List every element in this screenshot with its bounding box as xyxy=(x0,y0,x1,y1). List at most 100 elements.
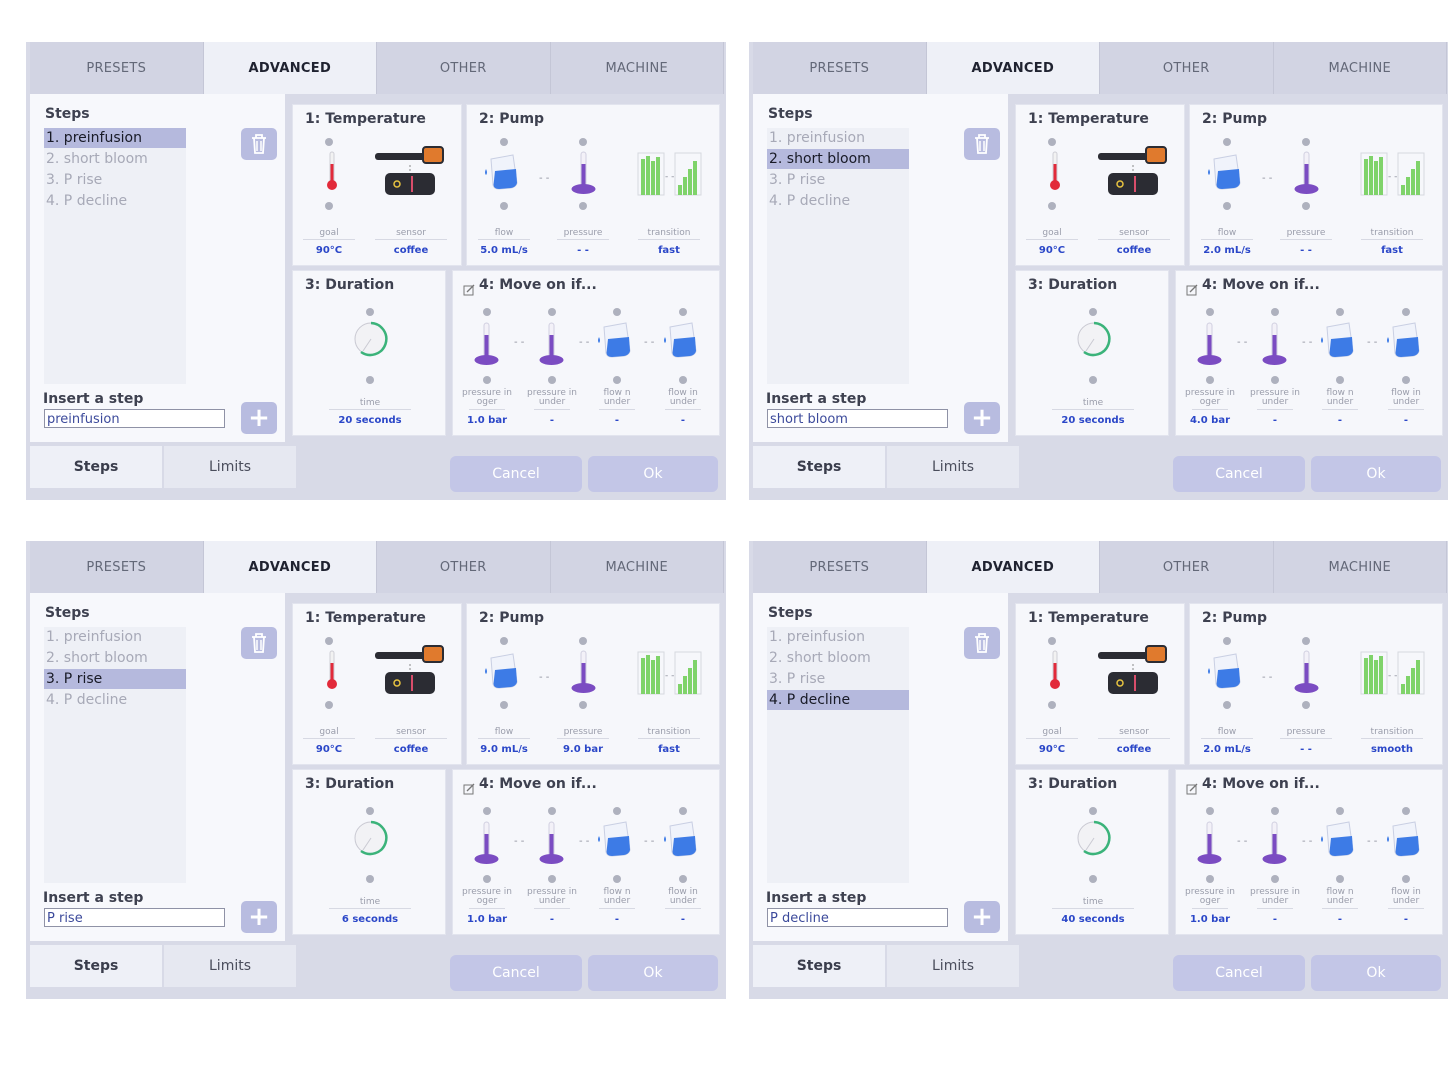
goal-up-knob[interactable] xyxy=(1048,637,1056,645)
pressure-under-down-knob[interactable] xyxy=(548,376,556,384)
tab-presets[interactable]: PRESETS xyxy=(753,541,927,593)
flow-value[interactable]: 2.0 mL/s xyxy=(1197,744,1257,755)
delete-step-button[interactable] xyxy=(964,128,1000,160)
flow-under-up-knob[interactable] xyxy=(679,308,687,316)
goal-value[interactable]: 90°C xyxy=(299,245,359,256)
flow-under-value[interactable]: - xyxy=(657,914,709,925)
tab-presets[interactable]: PRESETS xyxy=(753,42,927,94)
cancel-button[interactable]: Cancel xyxy=(450,456,582,492)
tab-advanced[interactable]: ADVANCED xyxy=(203,42,377,94)
goal-down-knob[interactable] xyxy=(1048,202,1056,210)
step-list-item[interactable]: 2. short bloom xyxy=(767,648,909,668)
sensor-value[interactable]: coffee xyxy=(1094,744,1174,755)
bottom-tab-steps[interactable]: Steps xyxy=(30,446,162,488)
step-list-item[interactable]: 1. preinfusion xyxy=(767,627,909,647)
goal-up-knob[interactable] xyxy=(325,138,333,146)
pressure-under-value[interactable]: - xyxy=(526,914,578,925)
pressure-under-down-knob[interactable] xyxy=(1271,875,1279,883)
flow-up-knob[interactable] xyxy=(1223,138,1231,146)
flow-over-down-knob[interactable] xyxy=(1336,376,1344,384)
tab-machine[interactable]: MACHINE xyxy=(1273,42,1447,94)
ok-button[interactable]: Ok xyxy=(588,456,718,492)
flow-up-knob[interactable] xyxy=(500,637,508,645)
pressure-value[interactable]: - - xyxy=(1276,245,1336,256)
goal-up-knob[interactable] xyxy=(325,637,333,645)
flow-under-down-knob[interactable] xyxy=(1402,376,1410,384)
flow-value[interactable]: 5.0 mL/s xyxy=(474,245,534,256)
pressure-over-value[interactable]: 4.0 bar xyxy=(1184,415,1236,426)
goal-up-knob[interactable] xyxy=(1048,138,1056,146)
time-down-knob[interactable] xyxy=(366,376,374,384)
pressure-down-knob[interactable] xyxy=(579,701,587,709)
pressure-under-value[interactable]: - xyxy=(1249,914,1301,925)
pressure-over-up-knob[interactable] xyxy=(483,308,491,316)
add-step-button[interactable]: + xyxy=(241,901,277,933)
tab-presets[interactable]: PRESETS xyxy=(30,42,204,94)
pressure-over-value[interactable]: 1.0 bar xyxy=(461,914,513,925)
tab-other[interactable]: OTHER xyxy=(377,42,551,94)
tab-presets[interactable]: PRESETS xyxy=(30,541,204,593)
flow-under-up-knob[interactable] xyxy=(679,807,687,815)
goal-down-knob[interactable] xyxy=(325,202,333,210)
goal-down-knob[interactable] xyxy=(1048,701,1056,709)
step-list-item[interactable]: 3. P rise xyxy=(44,170,186,190)
pressure-over-up-knob[interactable] xyxy=(1206,807,1214,815)
pressure-under-up-knob[interactable] xyxy=(548,807,556,815)
pressure-over-down-knob[interactable] xyxy=(1206,875,1214,883)
flow-over-up-knob[interactable] xyxy=(613,807,621,815)
flow-over-down-knob[interactable] xyxy=(613,376,621,384)
flow-down-knob[interactable] xyxy=(500,202,508,210)
flow-over-down-knob[interactable] xyxy=(613,875,621,883)
transition-value[interactable]: fast xyxy=(1357,245,1427,256)
time-up-knob[interactable] xyxy=(366,308,374,316)
flow-under-value[interactable]: - xyxy=(657,415,709,426)
bottom-tab-limits[interactable]: Limits xyxy=(164,446,296,488)
tab-machine[interactable]: MACHINE xyxy=(550,42,724,94)
flow-down-knob[interactable] xyxy=(500,701,508,709)
sensor-value[interactable]: coffee xyxy=(371,744,451,755)
pressure-under-value[interactable]: - xyxy=(1249,415,1301,426)
flow-down-knob[interactable] xyxy=(1223,701,1231,709)
step-list-item[interactable]: 4. P decline xyxy=(767,191,909,211)
ok-button[interactable]: Ok xyxy=(588,955,718,991)
bottom-tab-limits[interactable]: Limits xyxy=(164,945,296,987)
step-list-item[interactable]: 4. P decline xyxy=(44,191,186,211)
sensor-value[interactable]: coffee xyxy=(371,245,451,256)
pressure-under-up-knob[interactable] xyxy=(1271,308,1279,316)
delete-step-button[interactable] xyxy=(964,627,1000,659)
add-step-button[interactable]: + xyxy=(964,402,1000,434)
goal-down-knob[interactable] xyxy=(325,701,333,709)
flow-under-value[interactable]: - xyxy=(1380,914,1432,925)
bottom-tab-steps[interactable]: Steps xyxy=(30,945,162,987)
time-value[interactable]: 20 seconds xyxy=(1048,415,1138,426)
flow-over-value[interactable]: - xyxy=(591,415,643,426)
insert-step-input[interactable]: preinfusion xyxy=(44,409,225,428)
flow-under-down-knob[interactable] xyxy=(1402,875,1410,883)
bottom-tab-steps[interactable]: Steps xyxy=(753,446,885,488)
pressure-up-knob[interactable] xyxy=(579,138,587,146)
step-list-item[interactable]: 3. P rise xyxy=(767,170,909,190)
insert-step-input[interactable]: short bloom xyxy=(767,409,948,428)
pressure-under-down-knob[interactable] xyxy=(1271,376,1279,384)
tab-other[interactable]: OTHER xyxy=(1100,541,1274,593)
cancel-button[interactable]: Cancel xyxy=(1173,955,1305,991)
step-list-item[interactable]: 2. short bloom xyxy=(44,648,186,668)
tab-machine[interactable]: MACHINE xyxy=(550,541,724,593)
flow-over-down-knob[interactable] xyxy=(1336,875,1344,883)
insert-step-input[interactable]: P decline xyxy=(767,908,948,927)
flow-value[interactable]: 9.0 mL/s xyxy=(474,744,534,755)
transition-value[interactable]: fast xyxy=(634,744,704,755)
step-list-item[interactable]: 2. short bloom xyxy=(44,149,186,169)
flow-under-up-knob[interactable] xyxy=(1402,807,1410,815)
time-down-knob[interactable] xyxy=(366,875,374,883)
delete-step-button[interactable] xyxy=(241,128,277,160)
step-list-item[interactable]: 3. P rise xyxy=(44,669,186,689)
cancel-button[interactable]: Cancel xyxy=(450,955,582,991)
time-up-knob[interactable] xyxy=(366,807,374,815)
flow-over-value[interactable]: - xyxy=(1314,914,1366,925)
step-list-item[interactable]: 4. P decline xyxy=(44,690,186,710)
pressure-over-down-knob[interactable] xyxy=(483,376,491,384)
flow-value[interactable]: 2.0 mL/s xyxy=(1197,245,1257,256)
pressure-over-value[interactable]: 1.0 bar xyxy=(1184,914,1236,925)
tab-advanced[interactable]: ADVANCED xyxy=(926,541,1100,593)
